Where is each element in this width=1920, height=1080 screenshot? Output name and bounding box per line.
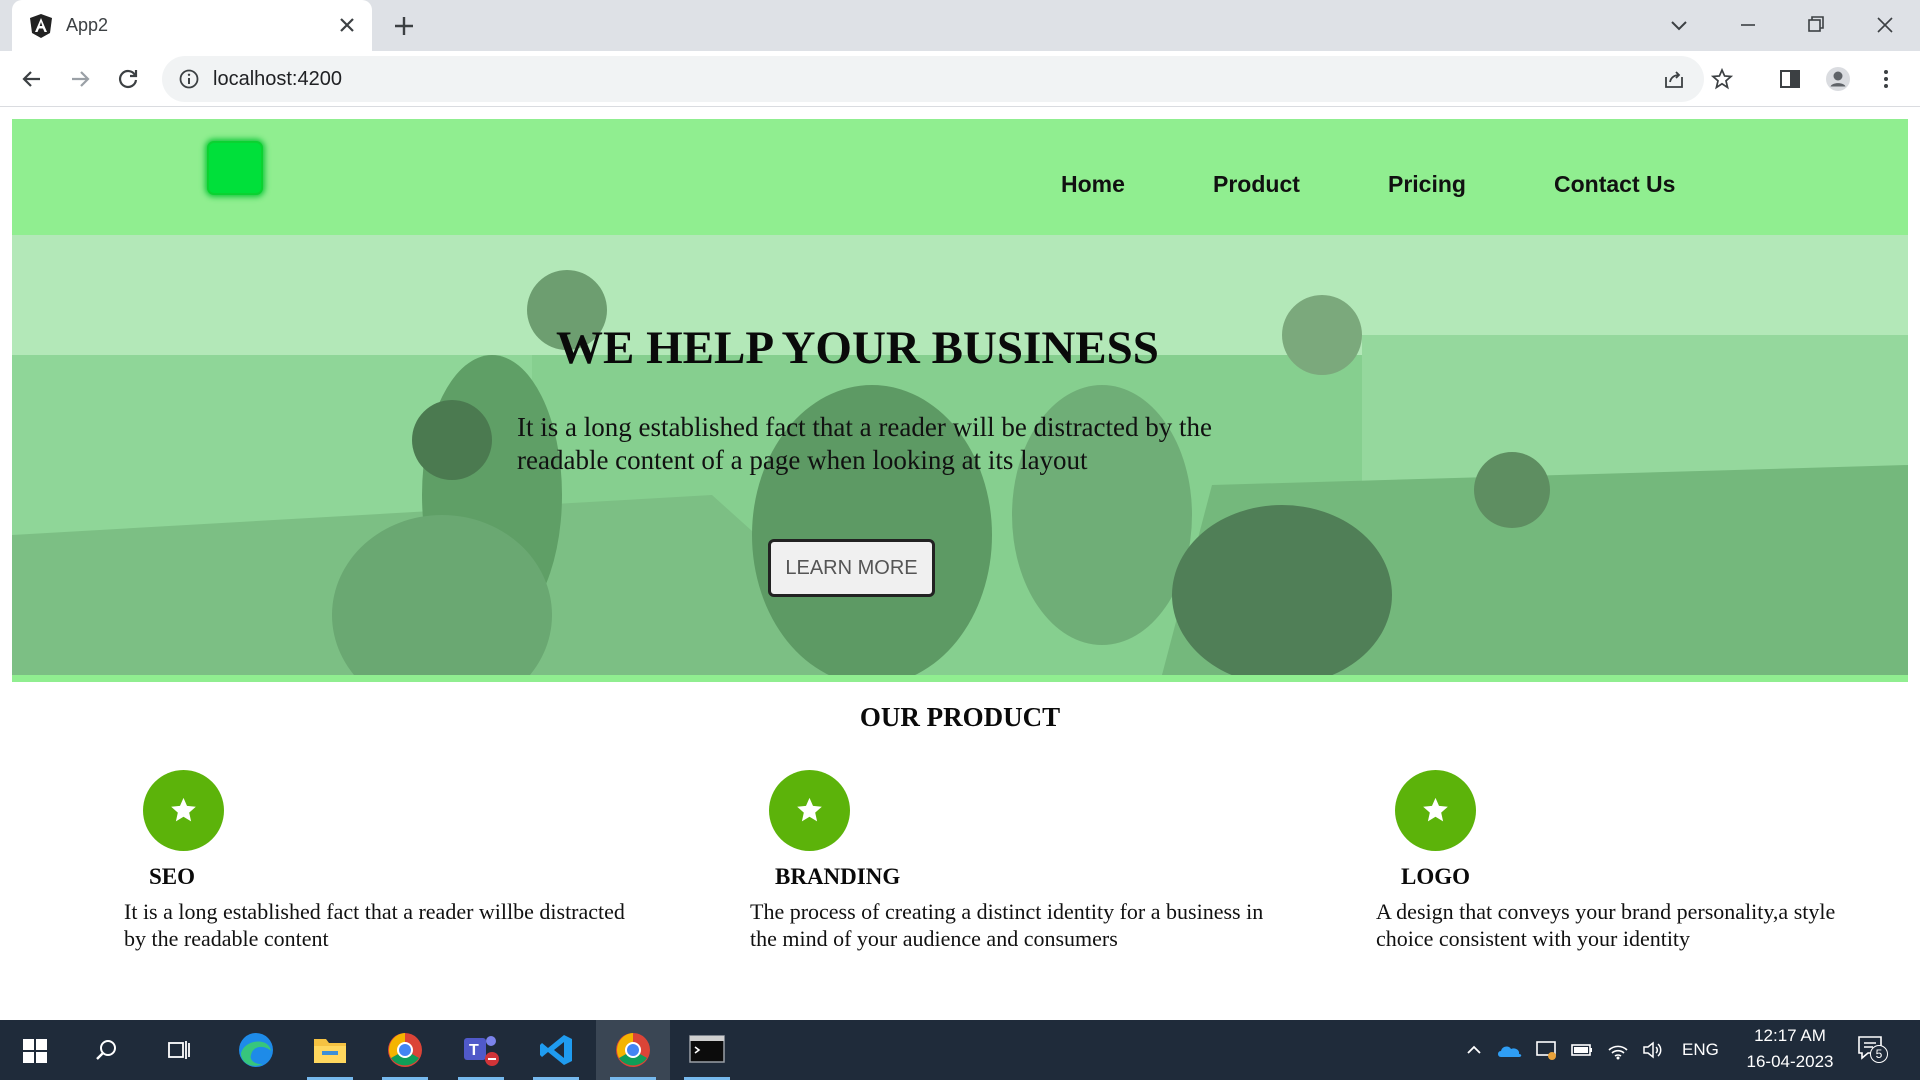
teams-icon: T [464, 1036, 499, 1066]
search-icon [96, 1040, 116, 1060]
hero-section: WE HELP YOUR BUSINESS It is a long estab… [12, 235, 1908, 675]
learn-more-button[interactable]: LEARN MORE [768, 539, 935, 597]
product-description: The process of creating a distinct ident… [750, 899, 1264, 951]
page-viewport: Home Product Pricing Contact Us WE HELP … [0, 108, 1920, 1020]
share-icon[interactable] [1662, 67, 1686, 91]
browser-tabstrip: App2 [0, 0, 1920, 51]
volume-icon[interactable] [1641, 1038, 1665, 1062]
notification-count: 5 [1870, 1045, 1888, 1063]
chrome-active-taskbar-button[interactable] [596, 1020, 670, 1080]
site-navbar: Home Product Pricing Contact Us [12, 119, 1908, 235]
svg-text:T: T [469, 1042, 479, 1059]
profile-icon[interactable] [1824, 65, 1852, 93]
chrome-icon [616, 1033, 650, 1067]
hero-bottom-border [12, 675, 1908, 682]
windows-icon [23, 1039, 47, 1063]
windows-taskbar: T ENG 12:17 AM 16-04-2023 5 [0, 1020, 1920, 1080]
close-icon[interactable] [336, 14, 358, 36]
product-title: LOGO [1401, 864, 1471, 889]
restore-icon[interactable] [1801, 10, 1831, 40]
nav-pricing-link[interactable]: Pricing [1388, 171, 1466, 198]
folder-icon [314, 1039, 346, 1063]
hero-description: It is a long established fact that a rea… [517, 412, 1212, 475]
menu-kebab-icon[interactable] [1872, 65, 1900, 93]
hero-title: WE HELP YOUR BUSINESS [556, 322, 1159, 374]
product-description: It is a long established fact that a rea… [124, 899, 625, 951]
nav-contact-link[interactable]: Contact Us [1554, 171, 1675, 198]
nav-home-link[interactable]: Home [1061, 171, 1125, 198]
task-view-icon [168, 1041, 190, 1059]
display-settings-icon[interactable] [1534, 1038, 1558, 1062]
url-text: localhost:4200 [213, 68, 342, 90]
edge-icon [239, 1033, 273, 1067]
task-view-button[interactable] [144, 1020, 214, 1080]
chevron-up-icon[interactable] [1462, 1038, 1486, 1062]
language-indicator[interactable]: ENG [1682, 1040, 1719, 1060]
terminal-taskbar-button[interactable] [672, 1020, 742, 1080]
star-icon [143, 770, 224, 851]
teams-taskbar-button[interactable]: T [446, 1020, 516, 1080]
star-icon [769, 770, 850, 851]
close-window-icon[interactable] [1870, 10, 1900, 40]
start-button[interactable] [0, 1020, 70, 1080]
browser-toolbar: localhost:4200 [0, 51, 1920, 107]
product-card-logo: LOGO A design that conveys your brand pe… [1376, 770, 1920, 1010]
info-icon[interactable] [178, 68, 200, 90]
new-tab-icon[interactable] [390, 12, 418, 40]
side-panel-icon[interactable] [1776, 65, 1804, 93]
tab-title: App2 [66, 15, 109, 35]
terminal-icon [689, 1035, 725, 1063]
product-title: SEO [149, 864, 196, 889]
clock-time: 12:17 AM [1754, 1026, 1826, 1045]
notification-center-button[interactable]: 5 [1856, 1034, 1892, 1068]
product-description: A design that conveys your brand persona… [1376, 899, 1836, 951]
chrome-icon [388, 1033, 422, 1067]
file-explorer-taskbar-button[interactable] [295, 1020, 365, 1080]
browser-tab[interactable]: App2 [12, 0, 372, 51]
chrome-taskbar-button[interactable] [370, 1020, 440, 1080]
nav-product-link[interactable]: Product [1213, 171, 1300, 198]
angular-icon [30, 14, 52, 38]
vscode-taskbar-button[interactable] [521, 1020, 591, 1080]
clock[interactable]: 12:17 AM 16-04-2023 [1735, 1026, 1845, 1076]
onedrive-icon[interactable] [1496, 1038, 1524, 1062]
clock-date: 16-04-2023 [1746, 1052, 1834, 1071]
forward-icon[interactable] [66, 65, 94, 93]
back-icon[interactable] [18, 65, 46, 93]
battery-icon[interactable] [1570, 1038, 1594, 1062]
reload-icon[interactable] [114, 65, 142, 93]
bookmark-star-icon[interactable] [1710, 67, 1734, 91]
product-section-heading: OUR PRODUCT [859, 702, 1061, 732]
star-icon [1395, 770, 1476, 851]
tab-search-icon[interactable] [1664, 10, 1694, 40]
vscode-icon [540, 1035, 572, 1065]
edge-taskbar-button[interactable] [221, 1020, 291, 1080]
address-bar[interactable]: localhost:4200 [162, 56, 1734, 102]
product-card-branding: BRANDING The process of creating a disti… [750, 770, 1310, 1010]
site-logo[interactable] [207, 141, 263, 195]
product-title: BRANDING [775, 864, 901, 889]
search-button[interactable] [72, 1020, 142, 1080]
wifi-icon[interactable] [1606, 1038, 1630, 1062]
product-card-seo: SEO It is a long established fact that a… [124, 770, 684, 1010]
minimize-icon[interactable] [1733, 10, 1763, 40]
